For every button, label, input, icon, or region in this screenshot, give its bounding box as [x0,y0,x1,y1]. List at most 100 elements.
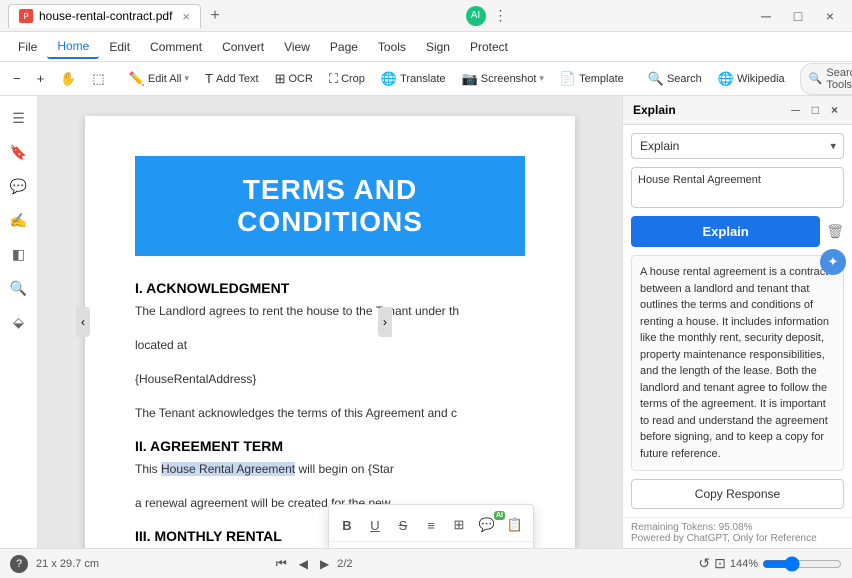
maximize-button[interactable]: □ [784,6,812,26]
clear-button[interactable]: 🗑 [826,223,844,240]
ocr-icon: ⊞ [275,71,286,87]
fit-page-button[interactable]: ⊡ [714,555,726,572]
zoom-controls: ↺ ⊡ 144% [698,555,842,572]
tab-close-icon[interactable]: × [182,9,190,24]
hand-tool-button[interactable]: ✋ [53,68,83,90]
minimize-button[interactable]: ─ [752,6,780,26]
sidebar-comment-icon[interactable]: 💬 [5,172,33,200]
sidebar-bookmark-icon[interactable]: 🔖 [5,138,33,166]
rewrite-option[interactable]: Rewrite [329,542,533,548]
section1-location: located at [135,336,525,354]
wikipedia-icon: 🌐 [718,71,734,87]
sidebar-search-icon[interactable]: 🔍 [5,274,33,302]
zoom-level: 144% [730,558,758,570]
menu-file[interactable]: File [8,36,47,58]
menu-home[interactable]: Home [47,35,99,59]
clipboard-button[interactable]: 📋 [503,513,527,537]
result-text: A house rental agreement is a contract b… [631,255,844,471]
new-tab-button[interactable]: + [205,6,225,26]
first-page-button[interactable]: ⏮ [272,554,291,573]
menu-page[interactable]: Page [320,36,368,58]
sidebar-layers-icon[interactable]: ⬙ [5,308,33,336]
section1-body: The Landlord agrees to rent the house to… [135,302,525,320]
table-button[interactable]: ⊞ [447,513,471,537]
explain-type-select-wrapper: Explain [631,133,844,159]
tab-label: house-rental-contract.pdf [39,9,172,23]
menu-sign[interactable]: Sign [416,36,460,58]
chatgpt-icon: AI [466,6,486,26]
menu-view[interactable]: View [274,36,320,58]
ocr-button[interactable]: ⊞ OCR [268,68,320,90]
menu-convert[interactable]: Convert [212,36,274,58]
context-toolbar: B U S ≡ ⊞ 💬 📋 [329,509,533,542]
address-placeholder: {HouseRentalAddress} [135,370,525,388]
add-text-button[interactable]: T Add Text [198,68,266,89]
bottom-bar: ? 21 x 29.7 cm ⏮ ◀ ▶ 2/2 ↺ ⊡ 144% [0,548,852,578]
zoom-out-icon: − [13,71,21,86]
ai-assistant-button[interactable]: ✦ [820,249,846,275]
list-button[interactable]: ≡ [419,513,443,537]
prev-page-button[interactable]: ◀ [295,555,312,573]
content-area: ‹ TERMS AND CONDITIONS I. ACKNOWLEDGMENT… [38,96,622,548]
sidebar-collapse-button[interactable]: ‹ [76,307,90,337]
template-button[interactable]: 📄 Template [553,68,631,90]
help-button[interactable]: ? [10,555,28,573]
search-button[interactable]: 🔍 Search [641,68,709,90]
main-area: ☰ 🔖 💬 ✍ ◧ 🔍 ⬙ ‹ TERMS AND CONDITIONS I. … [0,96,852,548]
section1-title: I. ACKNOWLEDGMENT [135,280,525,296]
sidebar-signature-icon[interactable]: ✍ [5,206,33,234]
panel-title: Explain [633,103,676,117]
wikipedia-button[interactable]: 🌐 Wikipedia [711,68,792,90]
menu-comment[interactable]: Comment [140,36,212,58]
document-title: TERMS AND CONDITIONS [135,156,525,256]
search-tools-input[interactable]: 🔍 Search Tools [800,63,852,95]
underline-button[interactable]: U [363,513,387,537]
sidebar-page-icon[interactable]: ☰ [5,104,33,132]
edit-all-button[interactable]: ✏️ Edit All ▾ [122,68,196,90]
title-bar: P house-rental-contract.pdf × + AI ⋮ ─ □… [0,0,852,32]
bold-button[interactable]: B [335,513,359,537]
strikethrough-button[interactable]: S [391,513,415,537]
translate-icon: 🌐 [381,71,397,87]
panel-footer: Remaining Tokens: 95.08% Powered by Chat… [623,517,852,548]
translate-button[interactable]: 🌐 Translate [374,68,453,90]
next-page-button[interactable]: ▶ [316,555,333,573]
panel-minimize-button[interactable]: ─ [787,102,804,118]
explain-button[interactable]: Explain [631,216,820,247]
screenshot-icon: 📷 [462,71,478,87]
file-icon: P [19,9,33,23]
crop-button[interactable]: ⛶ Crop [322,68,372,90]
screenshot-button[interactable]: 📷 Screenshot ▾ [455,68,551,90]
sidebar-layer-icon[interactable]: ◧ [5,240,33,268]
document-tab[interactable]: P house-rental-contract.pdf × [8,4,201,28]
menu-tools[interactable]: Tools [368,36,416,58]
menu-bar: File Home Edit Comment Convert View Page… [0,32,852,62]
ai-chat-button[interactable]: 💬 [475,513,499,537]
powered-by: Powered by ChatGPT, Only for Reference [631,533,844,544]
explain-type-select[interactable]: Explain [631,133,844,159]
page-navigation: ⏮ ◀ ▶ 2/2 [272,554,353,573]
panel-collapse-button[interactable]: › [378,307,392,337]
panel-maximize-button[interactable]: □ [808,102,823,118]
panel-close-button[interactable]: × [827,102,842,118]
zoom-slider[interactable] [762,556,842,572]
explain-action-row: Explain 🗑 [631,216,844,247]
tokens-remaining: Remaining Tokens: 95.08% [631,522,844,533]
zoom-out-button[interactable]: − [6,68,28,89]
menu-protect[interactable]: Protect [460,36,518,58]
zoom-in-icon: + [37,71,45,86]
select-tool-button[interactable]: ⬚ [85,68,111,90]
section2-body: This House Rental Agreement will begin o… [135,460,525,478]
more-options-button[interactable]: ⋮ [490,5,512,26]
copy-response-button[interactable]: Copy Response [631,479,844,509]
explain-input[interactable] [631,167,844,208]
rotate-button[interactable]: ↺ [698,555,710,572]
template-icon: 📄 [560,71,576,87]
left-sidebar: ☰ 🔖 💬 ✍ ◧ 🔍 ⬙ [0,96,38,548]
close-window-button[interactable]: × [816,6,844,26]
context-menu: B U S ≡ ⊞ 💬 📋 Rewrite Proofread Explain … [328,504,534,548]
menu-edit[interactable]: Edit [99,36,140,58]
select-icon: ⬚ [92,71,104,87]
section2-title: II. AGREEMENT TERM [135,438,525,454]
zoom-in-button[interactable]: + [30,68,52,89]
